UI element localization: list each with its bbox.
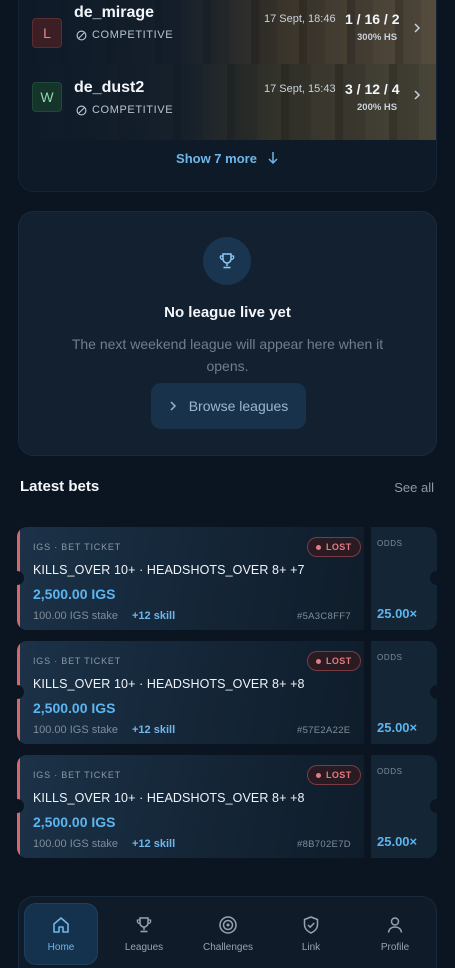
nav-label: Profile [380, 942, 410, 953]
nav-label: Link [301, 942, 321, 953]
match-kda: 1 / 16 / 2 [345, 11, 400, 27]
ticket-stake: 100.00 IGS stake [33, 838, 118, 850]
odds-label: ODDS [377, 539, 403, 548]
match-headshot-rate: 300% HS [357, 32, 398, 43]
chevron-right-icon [414, 23, 421, 33]
bet-ticket[interactable]: IGS · BET TICKET LOST KILLS_OVER 10+ · H… [10, 755, 444, 858]
ticket-payout: 2,500.00 IGS [33, 586, 116, 602]
nav-item-home[interactable]: Home [24, 903, 98, 965]
shield-check-icon [303, 916, 319, 934]
ticket-notch [10, 799, 24, 813]
status-label: LOST [326, 542, 352, 552]
ticket-id: #8B702E7D [297, 839, 351, 850]
show-more-button[interactable]: Show 7 more [19, 146, 436, 170]
browse-leagues-button[interactable]: Browse leagues [151, 383, 306, 429]
ticket-payout: 2,500.00 IGS [33, 700, 116, 716]
ticket-odds-stub: ODDS 25.00× [371, 755, 437, 858]
ticket-stake: 100.00 IGS stake [33, 724, 118, 736]
status-badge: LOST [307, 765, 361, 785]
ticket-skill: +12 skill [132, 724, 176, 736]
status-label: LOST [326, 656, 352, 666]
match-mode-label: COMPETITIVE [92, 29, 174, 41]
match-mode: COMPETITIVE [76, 104, 173, 116]
bottom-nav: Home Leagues Challenges Link Profile [18, 896, 437, 968]
ticket-stake: 100.00 IGS stake [33, 610, 118, 622]
nav-item-link[interactable]: Link [274, 903, 348, 965]
ticket-markets: KILLS_OVER 10+ · HEADSHOTS_OVER 8+ +8 [33, 677, 305, 691]
ticket-body: IGS · BET TICKET LOST KILLS_OVER 10+ · H… [17, 527, 364, 630]
status-badge: LOST [307, 651, 361, 671]
match-row[interactable]: W de_dust2 COMPETITIVE 17 Sept, 15:43 3 … [19, 64, 436, 140]
league-empty-card: No league live yet The next weekend leag… [18, 211, 437, 456]
ticket-markets: KILLS_OVER 10+ · HEADSHOTS_OVER 8+ +8 [33, 791, 305, 805]
match-date: 17 Sept, 18:46 [264, 13, 336, 25]
odds-label: ODDS [377, 653, 403, 662]
league-title: No league live yet [164, 304, 291, 321]
result-badge-win: W [32, 82, 62, 112]
ticket-notch [430, 799, 444, 813]
mode-icon [76, 30, 87, 40]
status-dot [316, 544, 321, 550]
odds-value: 25.00× [377, 606, 418, 621]
trophy-badge [203, 237, 251, 285]
nav-item-profile[interactable]: Profile [358, 903, 432, 965]
ticket-body: IGS · BET TICKET LOST KILLS_OVER 10+ · H… [17, 641, 364, 744]
ticket-markets: KILLS_OVER 10+ · HEADSHOTS_OVER 8+ +7 [33, 563, 305, 577]
match-kda: 3 / 12 / 4 [345, 81, 400, 97]
ticket-label: IGS · BET TICKET [33, 770, 121, 780]
ticket-notch [430, 685, 444, 699]
odds-value: 25.00× [377, 720, 418, 735]
ticket-notch [430, 571, 444, 585]
user-icon [387, 917, 403, 933]
match-headshot-rate: 200% HS [357, 102, 398, 113]
trophy-icon [136, 917, 152, 933]
match-mode-label: COMPETITIVE [92, 104, 174, 116]
ticket-notch [10, 685, 24, 699]
ticket-payout: 2,500.00 IGS [33, 814, 116, 830]
nav-label: Challenges [202, 942, 254, 953]
ticket-skill: +12 skill [132, 838, 176, 850]
match-mode: COMPETITIVE [76, 29, 173, 41]
arrow-down-icon [268, 152, 278, 165]
latest-bets-title: Latest bets [20, 478, 100, 495]
chevron-right-icon [170, 401, 176, 411]
recent-matches-card: L de_mirage COMPETITIVE 17 Sept, 18:46 1… [18, 0, 437, 192]
ticket-label: IGS · BET TICKET [33, 542, 121, 552]
map-name: de_mirage [74, 4, 155, 21]
trophy-icon [219, 253, 235, 269]
bet-ticket[interactable]: IGS · BET TICKET LOST KILLS_OVER 10+ · H… [10, 641, 444, 744]
see-all-link[interactable]: See all [394, 480, 434, 495]
bet-ticket[interactable]: IGS · BET TICKET LOST KILLS_OVER 10+ · H… [10, 527, 444, 630]
nav-item-leagues[interactable]: Leagues [107, 903, 181, 965]
ticket-id: #5A3C8FF7 [297, 611, 351, 622]
ticket-odds-stub: ODDS 25.00× [371, 641, 437, 744]
odds-value: 25.00× [377, 834, 418, 849]
ticket-id: #57E2A22E [297, 725, 351, 736]
target-icon [219, 916, 237, 934]
league-description: The next weekend league will appear here… [71, 336, 384, 374]
ticket-notch [10, 571, 24, 585]
match-date: 17 Sept, 15:43 [264, 83, 336, 95]
ticket-body: IGS · BET TICKET LOST KILLS_OVER 10+ · H… [17, 755, 364, 858]
nav-label: Home [47, 942, 75, 953]
ticket-label: IGS · BET TICKET [33, 656, 121, 666]
mode-icon [76, 105, 87, 115]
browse-leagues-label: Browse leagues [188, 398, 289, 414]
home-icon [53, 917, 69, 933]
odds-label: ODDS [377, 767, 403, 776]
nav-item-challenges[interactable]: Challenges [191, 903, 265, 965]
map-name: de_dust2 [74, 79, 145, 96]
nav-label: Leagues [124, 942, 164, 953]
show-more-label: Show 7 more [176, 150, 257, 166]
ticket-odds-stub: ODDS 25.00× [371, 527, 437, 630]
status-dot [316, 772, 321, 778]
result-badge-loss: L [32, 18, 62, 48]
ticket-skill: +12 skill [132, 610, 176, 622]
match-row[interactable]: L de_mirage COMPETITIVE 17 Sept, 18:46 1… [19, 0, 436, 64]
status-badge: LOST [307, 537, 361, 557]
status-label: LOST [326, 770, 352, 780]
status-dot [316, 658, 321, 664]
chevron-right-icon [414, 90, 421, 100]
